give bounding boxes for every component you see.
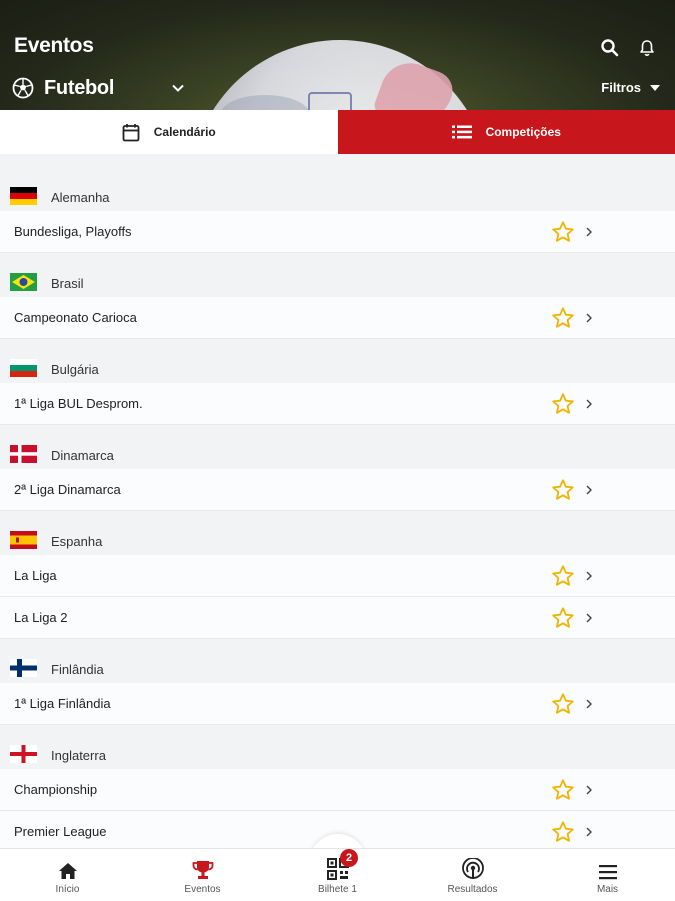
star-icon[interactable]: [551, 692, 575, 716]
chevron-right-icon: [584, 312, 594, 324]
filters-button[interactable]: Filtros: [601, 80, 661, 95]
nav-eventos[interactable]: Eventos: [135, 849, 270, 901]
filters-label: Filtros: [601, 80, 641, 95]
tab-label: Calendário: [154, 125, 216, 139]
star-icon[interactable]: [551, 820, 575, 844]
menu-icon: [598, 864, 618, 880]
spain-flag-icon: [10, 531, 37, 549]
list-item[interactable]: Campeonato Carioca: [0, 297, 675, 339]
list-item[interactable]: La Liga 2: [0, 597, 675, 639]
competition-list: Alemanha Bundesliga, Playoffs Brasil Cam…: [0, 154, 675, 848]
england-flag-icon: [10, 745, 37, 763]
chevron-right-icon: [584, 698, 594, 710]
star-icon[interactable]: [551, 392, 575, 416]
broadcast-icon: [461, 858, 485, 880]
list-icon: [452, 125, 472, 139]
star-icon[interactable]: [551, 478, 575, 502]
chevron-right-icon: [584, 784, 594, 796]
star-icon[interactable]: [551, 220, 575, 244]
sport-selector[interactable]: Futebol: [12, 76, 114, 100]
ticket-count-badge: 2: [340, 849, 358, 867]
chevron-right-icon: [584, 826, 594, 838]
chevron-right-icon: [584, 484, 594, 496]
country-header: Alemanha: [0, 179, 675, 211]
bottom-nav: Início Eventos 2 Bilhete 1: [0, 848, 675, 901]
star-icon[interactable]: [551, 306, 575, 330]
soccer-ball-icon: [12, 77, 34, 99]
list-item[interactable]: Championship: [0, 769, 675, 811]
star-icon[interactable]: [551, 606, 575, 630]
nav-bilhete[interactable]: 2 Bilhete 1: [270, 849, 405, 901]
nav-inicio[interactable]: Início: [0, 849, 135, 901]
nav-mais[interactable]: Mais: [540, 849, 675, 901]
nav-resultados[interactable]: Resultados: [405, 849, 540, 901]
soccer-ball-background-image: [190, 40, 490, 110]
caret-down-icon: [649, 84, 661, 92]
app-header: Eventos Futebol Filtros: [0, 0, 675, 110]
tab-competicoes[interactable]: Competições: [338, 110, 675, 154]
search-icon[interactable]: [600, 38, 620, 58]
finland-flag-icon: [10, 659, 37, 677]
country-header: Brasil: [0, 253, 675, 297]
country-header: Finlândia: [0, 639, 675, 683]
page-title: Eventos: [14, 34, 94, 58]
brazil-flag-icon: [10, 273, 37, 291]
home-icon: [58, 862, 78, 880]
list-item[interactable]: Bundesliga, Playoffs: [0, 211, 675, 253]
chevron-down-icon[interactable]: [170, 80, 186, 96]
view-tabs: Calendário Competições: [0, 110, 675, 154]
tab-label: Competições: [486, 125, 561, 139]
chevron-right-icon: [584, 612, 594, 624]
denmark-flag-icon: [10, 445, 37, 463]
country-header: Inglaterra: [0, 725, 675, 769]
country-header: Bulgária: [0, 339, 675, 383]
bulgaria-flag-icon: [10, 359, 37, 377]
trophy-icon: [192, 860, 214, 880]
bell-icon[interactable]: [637, 38, 657, 58]
country-header: Espanha: [0, 511, 675, 555]
sport-label: Futebol: [44, 77, 114, 100]
list-item[interactable]: 1ª Liga BUL Desprom.: [0, 383, 675, 425]
chevron-right-icon: [584, 398, 594, 410]
star-icon[interactable]: [551, 564, 575, 588]
list-item[interactable]: 2ª Liga Dinamarca: [0, 469, 675, 511]
chevron-right-icon: [584, 226, 594, 238]
chevron-right-icon: [584, 570, 594, 582]
list-item[interactable]: 1ª Liga Finlândia: [0, 683, 675, 725]
country-header: Dinamarca: [0, 425, 675, 469]
tab-calendario[interactable]: Calendário: [0, 110, 338, 154]
list-item[interactable]: La Liga: [0, 555, 675, 597]
calendar-icon: [122, 123, 140, 142]
germany-flag-icon: [10, 187, 37, 205]
star-icon[interactable]: [551, 778, 575, 802]
